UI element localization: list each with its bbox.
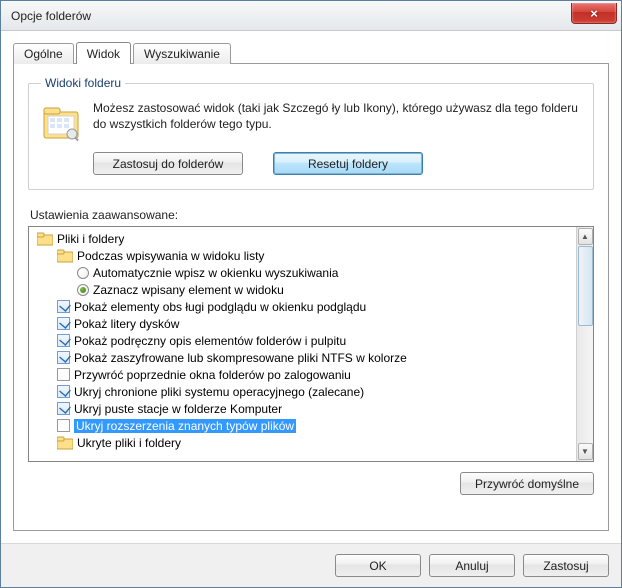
checkbox-icon[interactable]	[57, 300, 70, 313]
client-area: Ogólne Widok Wyszukiwanie Widoki folderu	[1, 31, 621, 543]
tree-option-label: Automatycznie wpisz w okienku wyszukiwan…	[93, 266, 338, 280]
tree-node[interactable]: Pokaż zaszyfrowane lub skompresowane pli…	[31, 349, 574, 366]
apply-button[interactable]: Zastosuj	[523, 554, 609, 577]
folder-views-group: Widoki folderu Możesz zastosować widok (…	[28, 76, 594, 190]
tab-page-view: Widoki folderu Możesz zastosować widok (…	[13, 63, 609, 531]
tree-node[interactable]: Przywróć poprzednie okna folderów po zal…	[31, 366, 574, 383]
tree-node[interactable]: Pokaż litery dysków	[31, 315, 574, 332]
tree-node[interactable]: Ukryj chronione pliki systemu operacyjne…	[31, 383, 574, 400]
folder-views-icon	[41, 102, 81, 142]
tab-search[interactable]: Wyszukiwanie	[133, 43, 231, 64]
scroll-track[interactable]	[578, 246, 593, 442]
scroll-thumb[interactable]	[578, 246, 593, 326]
radio-icon[interactable]	[77, 267, 89, 279]
close-button[interactable]: ×	[571, 3, 617, 24]
tree-option-label: Ukryj rozszerzenia znanych typów plików	[74, 419, 296, 433]
checkbox-icon[interactable]	[57, 317, 70, 330]
checkbox-icon[interactable]	[57, 419, 70, 432]
tree-option-label: Przywróć poprzednie okna folderów po zal…	[74, 368, 351, 382]
folder-views-legend: Widoki folderu	[41, 76, 125, 90]
ok-button[interactable]: OK	[335, 554, 421, 577]
apply-to-folders-button[interactable]: Zastosuj do folderów	[93, 152, 243, 175]
radio-icon[interactable]	[77, 284, 89, 296]
reset-folders-button[interactable]: Resetuj foldery	[273, 152, 423, 175]
advanced-settings-tree[interactable]: Pliki i foldery Podczas wpisywania w wido…	[28, 226, 594, 462]
tree-group-label: Ukryte pliki i foldery	[77, 436, 181, 450]
tree-node[interactable]: Pliki i foldery	[31, 230, 574, 247]
tree-option-label: Ukryj chronione pliki systemu operacyjne…	[74, 385, 364, 399]
tree-node[interactable]: Automatycznie wpisz w okienku wyszukiwan…	[31, 264, 574, 281]
tab-view[interactable]: Widok	[76, 42, 131, 64]
tree-option-label: Pokaż zaszyfrowane lub skompresowane pli…	[74, 351, 407, 365]
tree-group-label: Pliki i foldery	[57, 232, 124, 246]
tree-node[interactable]: Pokaż podręczny opis elementów folderów …	[31, 332, 574, 349]
tree-option-label: Pokaż litery dysków	[74, 317, 179, 331]
advanced-settings-label: Ustawienia zaawansowane:	[30, 208, 594, 222]
restore-defaults-button[interactable]: Przywróć domyślne	[460, 472, 594, 495]
tree-node[interactable]: Zaznacz wpisany element w widoku	[31, 281, 574, 298]
tab-strip: Ogólne Widok Wyszukiwanie	[13, 41, 609, 63]
tree-node[interactable]: Pokaż elementy obs ługi podglądu w okien…	[31, 298, 574, 315]
tree-node[interactable]: Podczas wpisywania w widoku listy	[31, 247, 574, 264]
checkbox-icon[interactable]	[57, 351, 70, 364]
vertical-scrollbar[interactable]: ▲ ▼	[576, 227, 593, 461]
folder-views-desc: Możesz zastosować widok (taki jak Szczeg…	[93, 100, 581, 132]
scroll-up-button[interactable]: ▲	[578, 228, 593, 245]
checkbox-icon[interactable]	[57, 334, 70, 347]
tree-group-label: Podczas wpisywania w widoku listy	[77, 249, 264, 263]
scroll-down-button[interactable]: ▼	[578, 443, 593, 460]
checkbox-icon[interactable]	[57, 368, 70, 381]
titlebar[interactable]: Opcje folderów ×	[1, 1, 621, 31]
tree-body: Pliki i foldery Podczas wpisywania w wido…	[29, 227, 576, 461]
checkbox-icon[interactable]	[57, 385, 70, 398]
tree-option-label: Ukryj puste stacje w folderze Komputer	[74, 402, 282, 416]
tab-general[interactable]: Ogólne	[13, 43, 74, 64]
cancel-button[interactable]: Anuluj	[429, 554, 515, 577]
close-icon: ×	[590, 6, 598, 21]
tree-node[interactable]: Ukryj puste stacje w folderze Komputer	[31, 400, 574, 417]
tree-option-label: Pokaż podręczny opis elementów folderów …	[74, 334, 346, 348]
folder-options-dialog: Opcje folderów × Ogólne Widok Wyszukiwan…	[0, 0, 622, 588]
tree-node[interactable]: Ukryj rozszerzenia znanych typów plików	[31, 417, 574, 434]
checkbox-icon[interactable]	[57, 402, 70, 415]
tree-node[interactable]: Ukryte pliki i foldery	[31, 434, 574, 451]
tree-option-label: Pokaż elementy obs ługi podglądu w okien…	[74, 300, 366, 314]
tree-option-label: Zaznacz wpisany element w widoku	[93, 283, 284, 297]
dialog-button-row: OK Anuluj Zastosuj	[1, 543, 621, 587]
window-title: Opcje folderów	[11, 9, 91, 23]
